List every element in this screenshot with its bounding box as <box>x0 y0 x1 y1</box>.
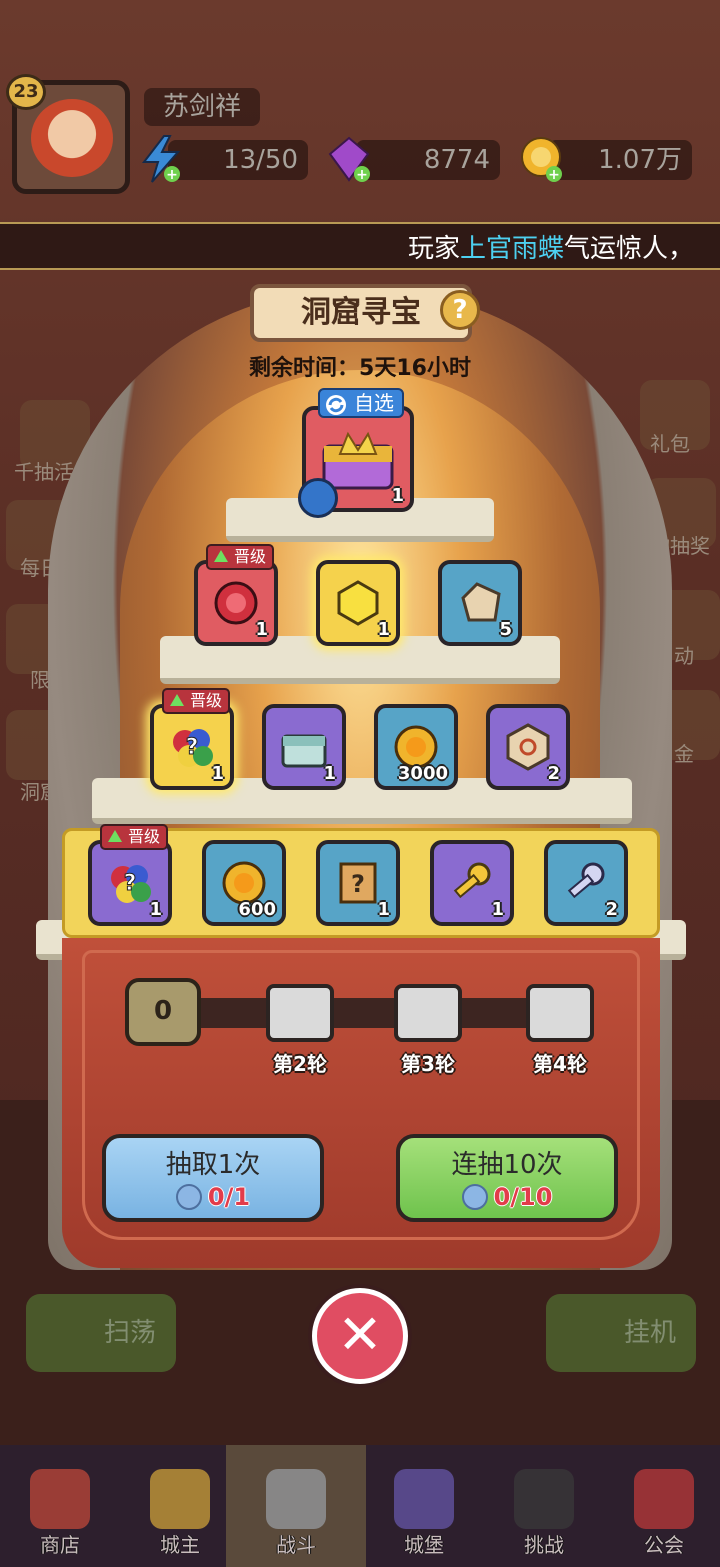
reward-qty: 1 <box>149 899 162 920</box>
red-gem-icon <box>214 581 258 625</box>
svg-text:?: ? <box>124 871 137 896</box>
rune-stone-icon <box>461 582 501 622</box>
round-progress-bar <box>190 998 570 1028</box>
gold-value: 1.07万 <box>548 140 692 180</box>
reward-tile-r2-1: 1 晋级 <box>194 544 278 646</box>
sun-rune-icon <box>506 723 550 771</box>
featured-item-qty: 1 <box>391 485 404 506</box>
round-3-label: 第3轮 <box>401 1052 455 1076</box>
reward-tile-r4-2: 600 <box>202 840 286 926</box>
nav-shop-label: 商店 <box>40 1533 80 1557</box>
crossed-swords-icon <box>266 1469 326 1529</box>
close-button[interactable]: ✕ <box>312 1288 408 1384</box>
nav-shop[interactable]: 商店 <box>0 1445 120 1567</box>
silver-key-icon <box>567 862 605 899</box>
reward-tile-r3-3: 3000 <box>374 704 458 790</box>
reward-qty: 3000 <box>397 763 448 784</box>
nav-castle[interactable]: 城堡 <box>364 1445 484 1567</box>
draw-once-cost: 0/1 <box>207 1183 251 1211</box>
shop-icon <box>30 1469 90 1529</box>
reward-qty: 1 <box>323 763 336 784</box>
reward-qty: 600 <box>238 899 276 920</box>
draw-ten-button[interactable]: 连抽10次 0/10 <box>396 1134 618 1222</box>
nav-challenge-label: 挑战 <box>524 1533 564 1557</box>
help-question-icon[interactable]: ? <box>440 290 480 330</box>
reward-qty: 1 <box>377 899 390 920</box>
event-title: 洞窟寻宝 <box>250 284 472 342</box>
draw-once-label: 抽取1次 <box>165 1150 261 1180</box>
reward-tile-r4-3: ? 1 <box>316 840 400 926</box>
nav-battle[interactable]: 战斗 <box>236 1445 356 1567</box>
nav-guild-label: 公会 <box>644 1533 684 1557</box>
castle-icon <box>394 1469 454 1529</box>
nav-lord-label: 城主 <box>160 1533 200 1557</box>
nav-guild[interactable]: 公会 <box>604 1445 720 1567</box>
reward-tile-r3-1: ? 1 晋级 <box>150 688 234 790</box>
player-name: 苏剑祥 <box>144 88 260 126</box>
swap-icon <box>326 395 346 415</box>
refresh-icon[interactable] <box>298 478 338 518</box>
nav-castle-label: 城堡 <box>404 1533 444 1557</box>
reward-qty: 1 <box>255 619 268 640</box>
random-gem-icon: ? <box>111 865 151 903</box>
gold-coin-icon[interactable]: + <box>518 134 564 184</box>
reward-tile-r2-2: 1 <box>316 560 400 646</box>
crown-icon <box>150 1469 210 1529</box>
draw-ten-label: 连抽10次 <box>451 1150 563 1180</box>
ticket-icon <box>461 1184 488 1210</box>
round-2-label: 第2轮 <box>273 1052 327 1076</box>
idle-button[interactable]: 挂机 <box>546 1294 696 1372</box>
reward-qty: 2 <box>605 899 618 920</box>
player-level-badge: 23 <box>6 74 46 110</box>
gold-key-icon <box>453 862 491 899</box>
draw-once-button[interactable]: 抽取1次 0/1 <box>102 1134 324 1222</box>
reward-tile-r4-5: 2 <box>544 840 628 926</box>
avatar-face-icon <box>31 99 113 177</box>
reward-tile-r4-4: 1 <box>430 840 514 926</box>
svg-text:?: ? <box>186 735 199 760</box>
guild-flag-icon <box>634 1469 694 1529</box>
reward-tile-r4-1: ? 1 晋级 <box>88 824 172 926</box>
reward-qty: 2 <box>547 763 560 784</box>
nav-challenge[interactable]: 挑战 <box>484 1445 604 1567</box>
svg-text:?: ? <box>351 870 365 898</box>
remaining-time: 剩余时间：5天16小时 <box>249 356 471 381</box>
reward-qty: 5 <box>499 619 512 640</box>
bomb-icon <box>514 1469 574 1529</box>
svg-text:+: + <box>548 167 560 183</box>
svg-text:+: + <box>356 167 368 183</box>
draw-ten-cost: 0/10 <box>493 1183 553 1211</box>
reward-qty: 1 <box>211 763 224 784</box>
svg-text:+: + <box>166 167 178 183</box>
round-2-chest-icon[interactable] <box>266 984 334 1042</box>
reward-tile-r3-4: 2 <box>486 704 570 790</box>
energy-lightning-icon[interactable]: + <box>138 134 184 184</box>
upgrade-tag: 晋级 <box>100 824 169 850</box>
purple-gem-icon[interactable]: + <box>326 134 372 184</box>
nav-battle-label: 战斗 <box>276 1533 316 1557</box>
upgrade-tag: 晋级 <box>162 688 231 714</box>
nav-lord[interactable]: 城主 <box>120 1445 240 1567</box>
sweep-button[interactable]: 扫荡 <box>26 1294 176 1372</box>
announcement-player-name: 上官雨蝶 <box>459 234 564 264</box>
reward-tile-r3-2: 1 <box>262 704 346 790</box>
reward-qty: 1 <box>377 619 390 640</box>
energy-value: 13/50 <box>168 140 308 180</box>
announcement-text: 玩家上官雨蝶气运惊人， <box>407 234 694 264</box>
round-4-chest-icon[interactable] <box>526 984 594 1042</box>
draw-progress-count: 0 <box>125 978 201 1046</box>
gold-gem-icon <box>337 580 379 626</box>
side-right-1-label: 礼包 <box>650 432 690 456</box>
mystery-scroll-icon: ? <box>339 862 377 904</box>
ticket-icon <box>175 1184 202 1210</box>
gem-value: 8774 <box>356 140 500 180</box>
round-4-label: 第4轮 <box>533 1052 587 1076</box>
silver-chest-icon <box>281 734 327 768</box>
random-gem-icon: ? <box>173 729 213 767</box>
reward-tile-r2-3: 5 <box>438 560 522 646</box>
reward-qty: 1 <box>491 899 504 920</box>
upgrade-tag: 晋级 <box>206 544 275 570</box>
round-3-chest-icon[interactable] <box>394 984 462 1042</box>
